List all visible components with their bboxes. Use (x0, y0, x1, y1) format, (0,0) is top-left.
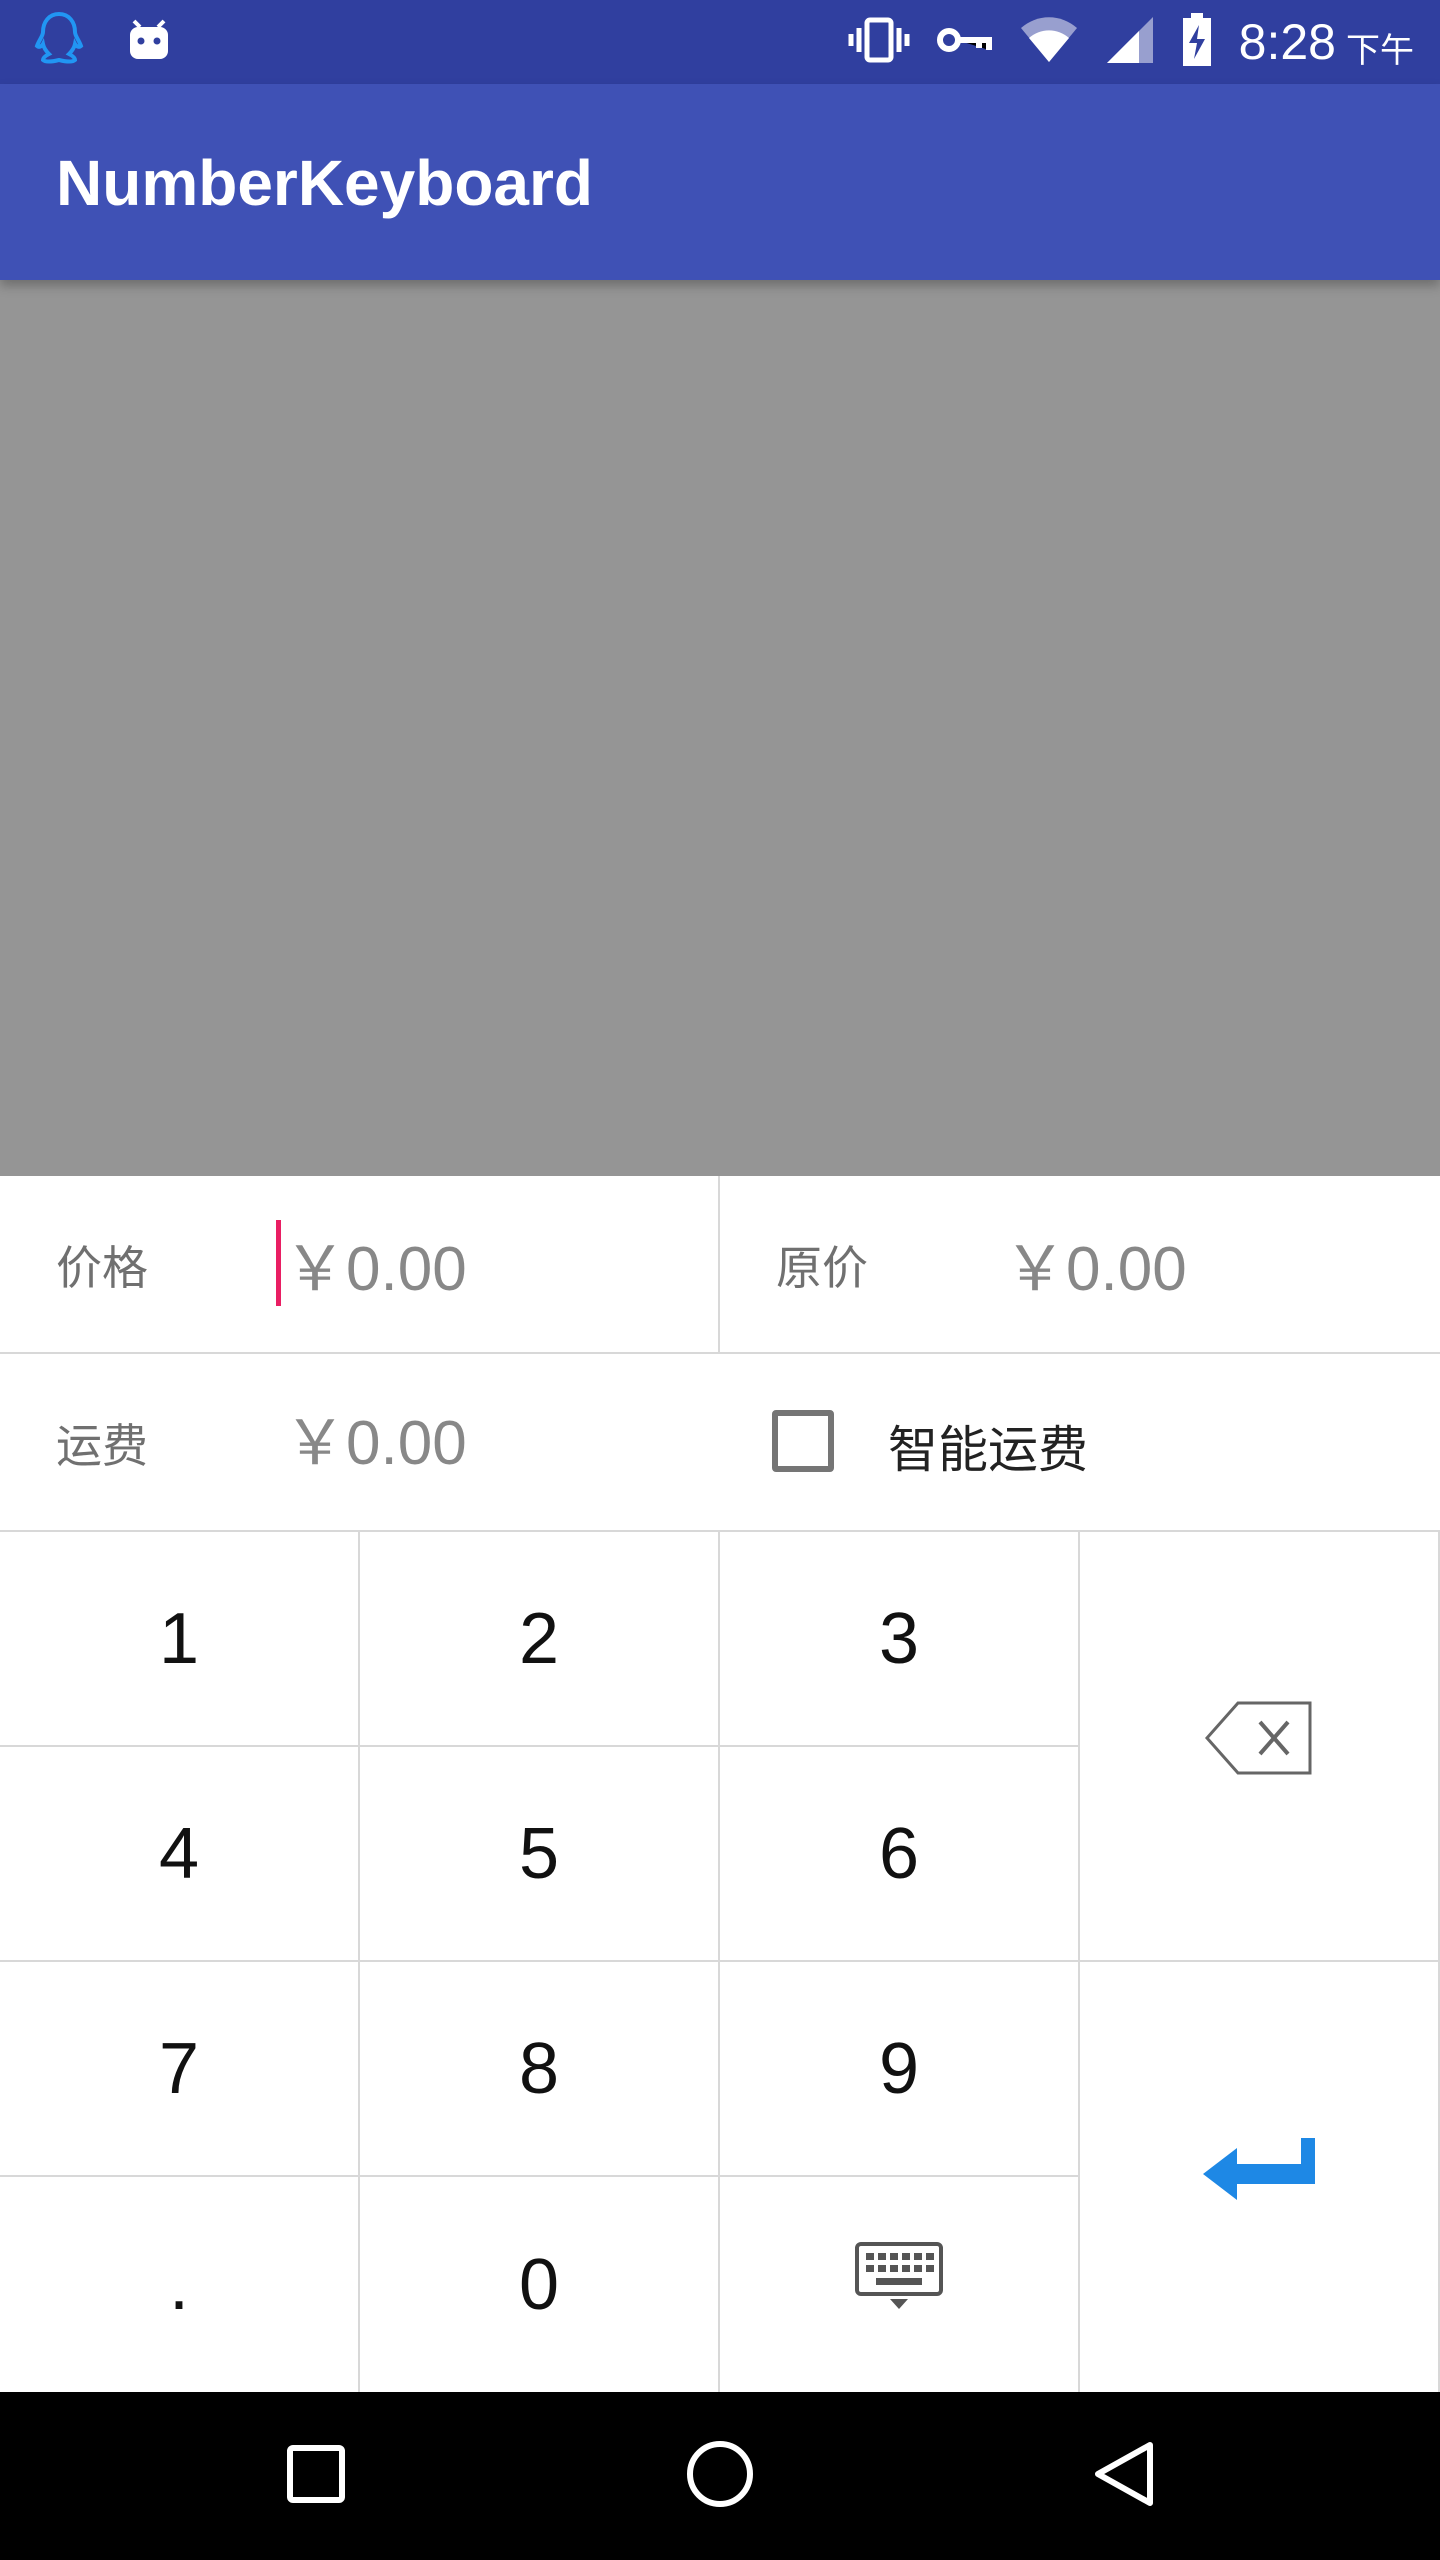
key-7[interactable]: 7 (0, 1962, 360, 2177)
key-9[interactable]: 9 (720, 1962, 1080, 2177)
hide-keyboard-icon (854, 2241, 944, 2328)
back-button[interactable] (1074, 2426, 1174, 2526)
app-bar: NumberKeyboard (0, 84, 1440, 280)
vibrate-icon (847, 16, 911, 68)
shipping-label: 运费 (56, 1419, 148, 1473)
recents-button[interactable] (266, 2426, 366, 2526)
shipping-field[interactable]: 运费 ￥0.00 (0, 1354, 720, 1530)
key-1[interactable]: 1 (0, 1532, 360, 1747)
original-price-input[interactable]: ￥0.00 (1004, 1218, 1187, 1308)
smart-shipping-label: 智能运费 (888, 1421, 1088, 1479)
qq-icon (32, 10, 86, 74)
signal-icon (1105, 15, 1155, 69)
enter-key[interactable] (1080, 1962, 1440, 2392)
smart-shipping-toggle[interactable]: 智能运费 (720, 1354, 1440, 1530)
key-5[interactable]: 5 (360, 1747, 720, 1962)
key-6[interactable]: 6 (720, 1747, 1080, 1962)
navigation-bar (0, 2392, 1440, 2560)
price-field[interactable]: 价格 ￥0.00 (0, 1176, 720, 1352)
form-row-prices: 价格 ￥0.00 原价 ￥0.00 (0, 1176, 1440, 1354)
original-price-field[interactable]: 原价 ￥0.00 (720, 1176, 1440, 1352)
shipping-input[interactable]: ￥0.00 (284, 1392, 467, 1482)
key-0[interactable]: 0 (360, 2177, 720, 2392)
price-label: 价格 (56, 1241, 148, 1295)
form-row-shipping: 运费 ￥0.00 智能运费 (0, 1354, 1440, 1532)
app-title: NumberKeyboard (56, 147, 593, 219)
key-3[interactable]: 3 (720, 1532, 1080, 1747)
enter-icon (1201, 2134, 1317, 2221)
text-cursor (276, 1220, 281, 1306)
dimmed-content-area[interactable] (0, 280, 1440, 1176)
key-4[interactable]: 4 (0, 1747, 360, 1962)
clock: 8:28 (1238, 14, 1336, 70)
price-input[interactable]: ￥0.00 (284, 1218, 467, 1308)
key-2[interactable]: 2 (360, 1532, 720, 1747)
status-bar: 8:28 下午 (0, 0, 1440, 84)
vpn-key-icon (936, 24, 993, 60)
recents-icon (286, 2444, 346, 2508)
wifi-icon (1019, 16, 1079, 68)
clock-ampm: 下午 (1346, 30, 1414, 71)
key-8[interactable]: 8 (360, 1962, 720, 2177)
key-dot[interactable]: . (0, 2177, 360, 2392)
home-icon (685, 2439, 755, 2513)
number-keyboard: 1 2 3 4 5 6 7 8 9 . 0 (0, 1532, 1440, 2392)
home-button[interactable] (670, 2426, 770, 2526)
back-icon (1092, 2439, 1156, 2513)
battery-charging-icon (1181, 13, 1213, 71)
backspace-key[interactable] (1080, 1532, 1440, 1962)
backspace-icon (1204, 1700, 1314, 1793)
smart-shipping-checkbox[interactable] (772, 1410, 834, 1472)
hide-keyboard-key[interactable] (720, 2177, 1080, 2392)
original-price-label: 原价 (776, 1241, 868, 1295)
price-form: 价格 ￥0.00 原价 ￥0.00 运费 ￥0.00 智能运费 (0, 1176, 1440, 1532)
android-icon (126, 15, 172, 69)
